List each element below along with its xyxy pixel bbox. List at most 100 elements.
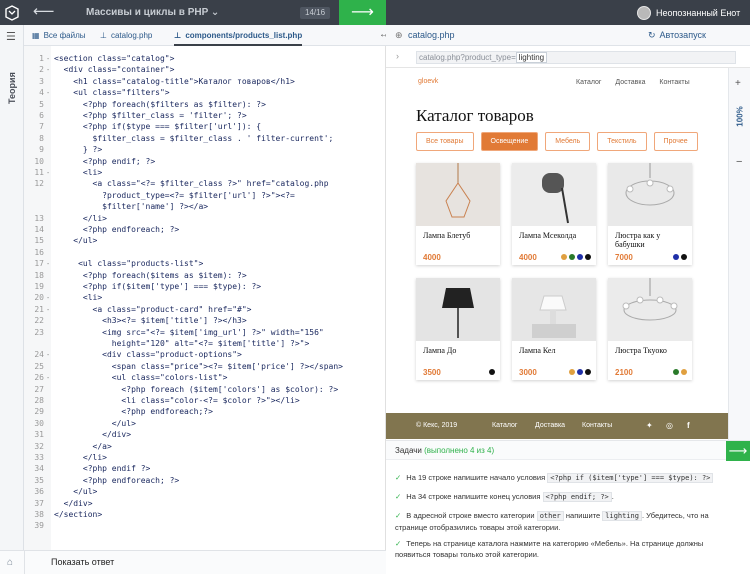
fold-toggle-icon[interactable]: -	[46, 349, 50, 361]
color-dot	[585, 254, 591, 260]
app-logo[interactable]	[0, 0, 24, 25]
fold-toggle-icon[interactable]: -	[46, 64, 50, 76]
product-card[interactable]: Лампа До 3500	[416, 278, 500, 380]
line-number: 24	[34, 350, 44, 360]
user-menu[interactable]: Неопознанный Енот	[637, 0, 750, 25]
left-strip: ☰ Теория i	[0, 25, 24, 574]
preview-panel: ⊕ catalog.php ↻ Автозапуск › catalog.php?…	[386, 25, 750, 574]
line-number: 15	[34, 236, 44, 246]
line-number: 13	[34, 213, 44, 223]
menu-icon[interactable]: ☰	[6, 30, 16, 43]
check-icon: ✓	[395, 539, 402, 548]
code-text: </ul>	[54, 236, 98, 246]
show-answer-button[interactable]: Показать ответ	[51, 557, 114, 567]
line-number: 8	[39, 133, 44, 143]
code-text: <div class="container">	[54, 65, 175, 75]
zoom-level: 100%	[735, 106, 745, 127]
product-price: 3500	[423, 368, 441, 377]
color-dot	[673, 254, 679, 260]
editor-tabs: ▦ Все файлы ⊥ catalog.php ⊥ components/prod…	[24, 25, 389, 46]
fold-toggle-icon[interactable]: -	[46, 87, 50, 99]
tasks-header[interactable]: Задачи (выполнено 4 из 4) ⟶	[386, 440, 750, 461]
task-item: ✓ На 34 строке напишите конец условия <?p…	[395, 492, 614, 502]
site-nav-catalog[interactable]: Каталог	[576, 79, 601, 86]
line-number: 35	[34, 475, 44, 485]
code-text: } ?>	[54, 145, 103, 155]
facebook-icon[interactable]: f	[687, 421, 690, 430]
next-lesson-button[interactable]: ⟶	[339, 0, 386, 25]
filter-textile[interactable]: Текстиль	[597, 132, 647, 151]
product-card[interactable]: Люстра как у бабушки 7000	[608, 163, 692, 265]
code-text: <ul class="filters">	[54, 88, 170, 98]
fold-toggle-icon[interactable]: -	[46, 53, 50, 65]
site-nav-delivery[interactable]: Доставка	[615, 79, 645, 86]
product-card[interactable]: Люстра Ткуоко 2100	[608, 278, 692, 380]
course-breadcrumb[interactable]: Массивы и циклы в PHP ⌄	[86, 7, 219, 18]
fold-toggle-icon[interactable]: -	[46, 372, 50, 384]
zoom-out-icon[interactable]: −	[736, 156, 742, 168]
line-number: 16	[34, 247, 44, 257]
product-image	[608, 163, 692, 226]
product-card[interactable]: Лампа Кел 3000	[512, 278, 596, 380]
product-name: Лампа Блетуб	[423, 231, 471, 240]
code-text: <?php foreach($items as $item): ?>	[54, 270, 247, 280]
line-number: 29	[34, 407, 44, 417]
color-dot	[681, 254, 687, 260]
preview-tab[interactable]: catalog.php	[408, 30, 455, 40]
zoom-in-icon[interactable]: +	[735, 78, 741, 89]
color-dot	[577, 369, 583, 375]
line-number: 1	[39, 54, 44, 63]
lock-icon: ›	[396, 51, 399, 61]
url-value[interactable]: lighting	[515, 52, 548, 63]
fold-toggle-icon[interactable]: -	[46, 304, 50, 316]
color-dot	[489, 369, 495, 375]
fold-toggle-icon[interactable]: -	[46, 292, 50, 304]
line-number: 3	[39, 76, 44, 86]
color-dot	[673, 369, 679, 375]
line-number: 14	[34, 225, 44, 234]
tab-products-list[interactable]: ⊥ components/products_list.php	[174, 25, 303, 46]
code-text: <ul class="products-list">	[54, 259, 204, 269]
color-dots	[489, 369, 495, 375]
theory-tab[interactable]: Теория	[7, 72, 17, 104]
footer-link-contacts[interactable]: Контакты	[582, 422, 612, 429]
code-text: $filter['name'] ?></a>	[54, 202, 209, 212]
product-price: 3000	[519, 368, 537, 377]
fold-toggle-icon[interactable]: -	[46, 258, 50, 270]
code-text: <?php $filter_class = 'filter'; ?>	[54, 111, 247, 120]
footer-link-delivery[interactable]: Доставка	[535, 422, 565, 429]
url-input[interactable]: catalog.php?product_type= lighting	[416, 51, 736, 64]
filter-furniture[interactable]: Мебель	[545, 132, 591, 151]
all-files-tab[interactable]: ▦ Все файлы	[32, 25, 86, 46]
code-text: <section class="catalog">	[54, 54, 175, 63]
site-nav-contacts[interactable]: Контакты	[659, 79, 689, 86]
autorun-toggle[interactable]: ↻ Автозапуск	[648, 30, 706, 41]
filter-lighting[interactable]: Освещение	[480, 132, 539, 151]
user-name: Неопознанный Енот	[656, 7, 741, 18]
line-number: 25	[34, 361, 44, 371]
code-text: $filter_class = $filter_class . ' filter…	[54, 133, 334, 143]
twitter-icon[interactable]: ✦	[646, 421, 653, 430]
product-card[interactable]: Лампа Мсеколда 4000	[512, 163, 596, 265]
next-task-button[interactable]: ⟶	[726, 441, 750, 461]
site-logo[interactable]: gloevk	[418, 78, 438, 85]
check-icon: ✓	[395, 473, 402, 482]
bottom-left-bar: ⌂ Показать ответ	[0, 550, 386, 574]
back-arrow-icon[interactable]: ⟵	[33, 4, 63, 21]
fold-toggle-icon[interactable]: -	[46, 167, 50, 179]
code-text: </div>	[54, 498, 93, 508]
terminal-icon[interactable]: ⌂	[7, 557, 13, 568]
product-name: Люстра как у бабушки	[615, 231, 661, 249]
code-text: <?php endif; ?>	[54, 156, 156, 166]
filter-other[interactable]: Прочее	[653, 132, 698, 151]
product-card[interactable]: Лампа Блетуб 4000	[416, 163, 500, 265]
line-number: 12	[34, 179, 44, 189]
code-editor[interactable]: 1- <section class="catalog"> 2- <div class…	[24, 46, 386, 550]
instagram-icon[interactable]: ◎	[666, 421, 673, 430]
task-item: ✓ В адресной строке вместо категории othe…	[395, 511, 709, 532]
tab-catalog-php[interactable]: ⊥ catalog.php	[100, 25, 152, 46]
code-text: <?php foreach ($item['colors'] as $color…	[54, 384, 339, 394]
footer-link-catalog[interactable]: Каталог	[492, 422, 517, 429]
filter-all[interactable]: Все товары	[416, 132, 474, 151]
line-number: 28	[34, 396, 44, 405]
